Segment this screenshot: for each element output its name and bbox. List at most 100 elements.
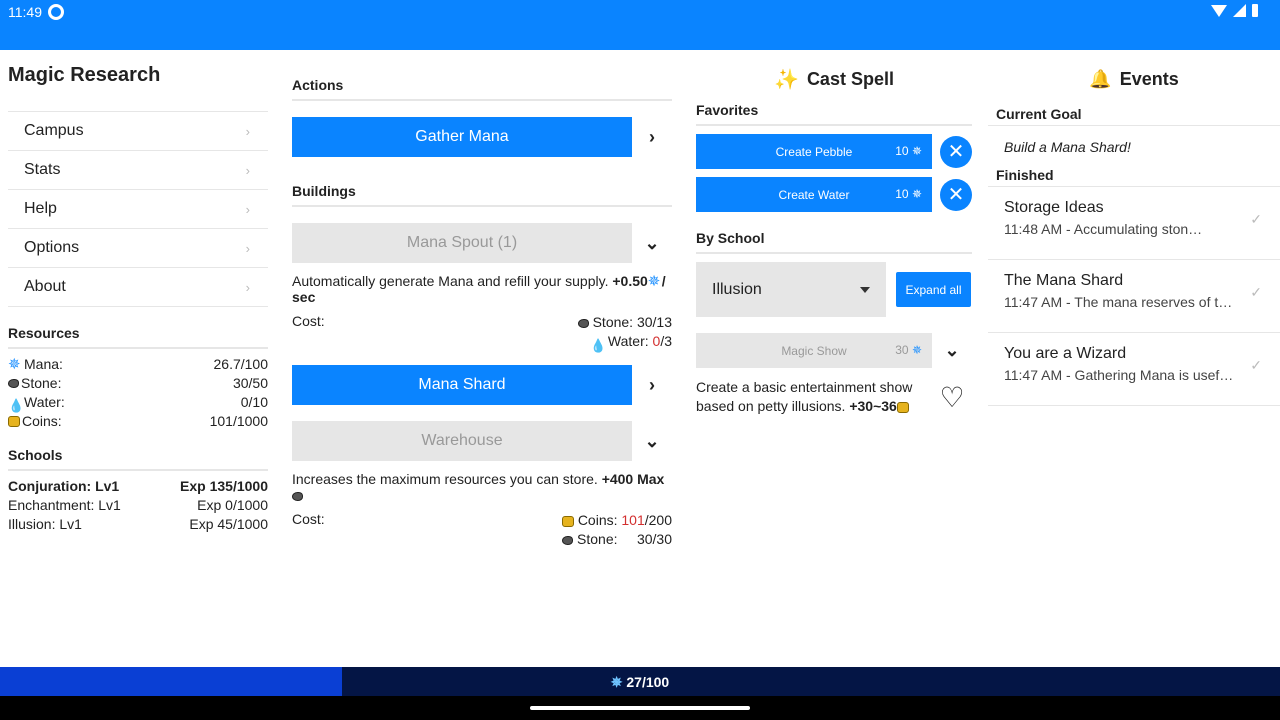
resource-value: 26.7/100 [213,356,269,372]
home-gesture-handle[interactable] [530,706,750,710]
favorite-row: Create Water 10 ✵ ✕ [696,177,972,212]
clock: 11:49 [8,4,42,20]
cellular-icon [1233,4,1246,17]
remove-favorite-button[interactable]: ✕ [940,135,972,168]
status-bar: 11:49 [0,0,1280,50]
event-title: The Mana Shard [1004,272,1124,289]
schools-heading: Schools [8,447,268,471]
event-subtitle: 11:47 AM - Gathering Mana is usef… [1004,367,1234,383]
mana-spout-cost: Cost: Stone: 30/13 💧 Water: 0/3 [292,313,672,352]
chevron-right-icon: › [245,162,250,178]
close-icon: ✕ [947,141,965,163]
stone-icon [577,319,589,329]
menu-item-options[interactable]: Options › [8,229,268,268]
mana-progress-value: 27/100 [626,674,670,690]
chevron-right-icon[interactable]: › [632,375,672,396]
chevron-right-icon: › [245,279,250,295]
check-icon: ✓ [1250,284,1262,300]
gather-row: Gather Mana › [292,117,672,157]
school-select[interactable]: Illusion [696,262,886,317]
spell-label: Create Water [778,187,850,202]
close-icon: ✕ [947,184,965,206]
chevron-right-icon[interactable]: › [632,127,672,148]
resource-row: ✵ Mana: 26.7/100 [8,355,268,374]
chevron-down-icon[interactable]: ⌄ [632,233,672,254]
mana-icon: ✵ [8,355,21,373]
gather-mana-button[interactable]: Gather Mana [292,117,632,157]
create-pebble-button[interactable]: Create Pebble 10 ✵ [696,134,932,169]
magic-show-row: Magic Show 30 ✵ ⌄ [696,333,972,368]
settings-status-icon [48,4,64,20]
heart-icon[interactable]: ♡ [932,381,972,414]
mana-shard-button[interactable]: Mana Shard [292,365,632,406]
mana-spout-button[interactable]: Mana Spout (1) [292,223,632,263]
expand-all-button[interactable]: Expand all [896,272,971,307]
mana-spout-row: Mana Spout (1) ⌄ [292,223,672,263]
school-select-row: Illusion Expand all [696,262,972,317]
warehouse-description: Increases the maximum resources you can … [292,471,672,503]
school-exp: Exp 135/1000 [180,478,268,494]
chevron-down-icon[interactable]: ⌄ [632,431,672,452]
chevron-down-icon[interactable]: ⌄ [932,340,972,361]
menu-label: Options [24,239,80,256]
stone-icon [562,536,574,546]
resource-row: 💧 Water: 0/10 [8,393,268,413]
warehouse-button[interactable]: Warehouse [292,421,632,462]
by-school-heading: By School [696,230,972,254]
resource-value: 30/50 [232,375,268,391]
event-title: You are a Wizard [1004,345,1127,362]
school-select-value: Illusion [712,280,762,298]
school-name: Illusion: Lv1 [8,516,82,532]
resource-value: 101/1000 [209,413,268,429]
resource-value: 0/10 [240,394,268,410]
remove-favorite-button[interactable]: ✕ [940,178,972,211]
create-water-button[interactable]: Create Water 10 ✵ [696,177,932,212]
school-list: Conjuration: Lv1 Exp 135/1000 Enchantment… [8,477,268,534]
school-exp: Exp 45/1000 [189,516,268,532]
menu-label: Campus [24,122,84,139]
warehouse-row: Warehouse ⌄ [292,421,672,462]
resource-label: Water: [24,394,65,410]
event-item[interactable]: Storage Ideas 11:48 AM - Accumulating sto… [988,187,1280,260]
cost-value: Stone: 30/30 [577,531,672,548]
mana-icon: ✵ [911,343,922,357]
menu-item-stats[interactable]: Stats › [8,151,268,190]
resource-label: Stone: [21,375,62,391]
menu-label: Help [24,200,57,217]
menu-item-help[interactable]: Help › [8,190,268,229]
cast-spell-title: Cast Spell [806,68,894,89]
spell-label: Create Pebble [775,144,853,159]
resource-list: ✵ Mana: 26.7/100 Stone: 30/50 💧 Water: 0/10 C… [8,355,268,431]
desc-bold: +400 Max [601,471,665,488]
event-subtitle: 11:47 AM - The mana reserves of th… [1004,294,1234,310]
mana-progress-bar: ✵ 27/100 [0,667,1280,696]
cost-value: Coins: [577,512,622,529]
mana-icon: ✵ [610,674,623,690]
resource-label: Mana: [24,356,63,372]
school-row: Illusion: Lv1 Exp 45/1000 [8,515,268,534]
menu-item-campus[interactable]: Campus › [8,112,268,151]
mana-icon: ✵ [911,144,922,158]
dropdown-caret-icon [860,286,870,293]
event-item[interactable]: The Mana Shard 11:47 AM - The mana reserv… [988,260,1280,333]
cost-insufficient: 101 [621,512,645,529]
resources-heading: Resources [8,325,268,349]
menu-item-about[interactable]: About › [8,268,268,307]
mana-shard-row: Mana Shard › [292,365,672,406]
desc-text: Automatically generate Mana and refill y… [292,273,613,289]
mana-icon: ✵ [647,273,661,291]
current-goal-heading: Current Goal [988,106,1280,126]
spell-cost: 30 [895,343,909,357]
magic-show-button[interactable]: Magic Show 30 ✵ [696,333,932,368]
school-exp: Exp 0/1000 [197,497,268,513]
event-item[interactable]: You are a Wizard 11:47 AM - Gathering Man… [988,333,1280,406]
menu-label: About [24,278,66,295]
wifi-icon [1211,4,1227,17]
cost-value: /3 [660,333,672,350]
buildings-heading: Buildings [292,183,672,207]
cost-value: /200 [644,512,672,529]
desc-bold: +30~36 [849,398,897,414]
mana-spout-description: Automatically generate Mana and refill y… [292,273,672,305]
cost-label: Cost: [292,511,325,528]
check-icon: ✓ [1250,357,1262,373]
